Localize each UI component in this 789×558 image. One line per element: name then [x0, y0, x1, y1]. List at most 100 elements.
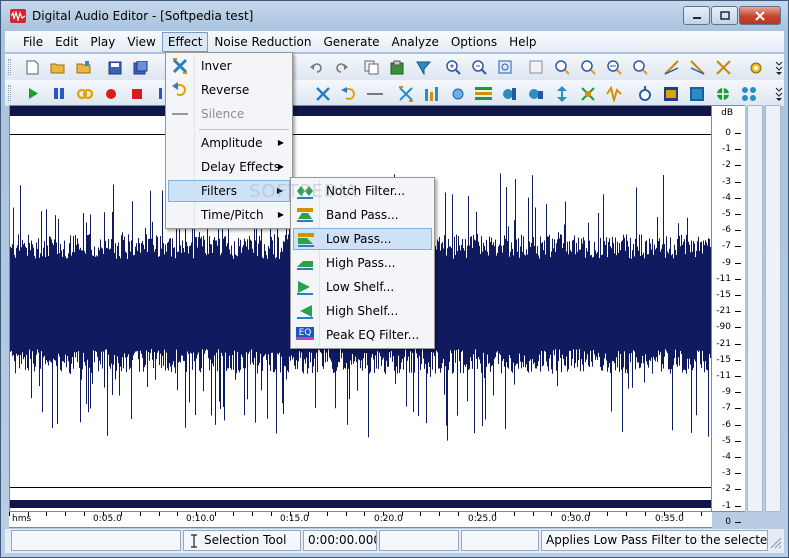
db-label: -5 [722, 435, 731, 446]
minimize-button[interactable] [683, 6, 710, 25]
db-tick [735, 262, 741, 264]
record-icon[interactable] [102, 85, 119, 102]
ruler-tick [177, 512, 179, 516]
menu-item-high-pass[interactable]: High Pass... [293, 252, 432, 274]
ruler-label: 0:25.0 [468, 514, 497, 524]
new-file-icon[interactable] [24, 59, 41, 76]
zoom-fit-icon[interactable] [528, 59, 545, 76]
spectrum-icon[interactable] [662, 85, 679, 102]
maximize-button[interactable] [711, 6, 738, 25]
stop-icon[interactable] [128, 85, 145, 102]
mixer-icon[interactable] [740, 85, 757, 102]
db-label: -11 [716, 273, 731, 284]
frequency-icon[interactable] [688, 85, 705, 102]
envelope-icon[interactable] [636, 85, 653, 102]
play-icon[interactable] [24, 85, 41, 102]
normalize-icon[interactable] [397, 85, 414, 102]
db-tick [735, 149, 741, 151]
menu-item-band-pass[interactable]: Band Pass... [293, 204, 432, 226]
menu-generate[interactable]: Generate [318, 32, 386, 52]
fade-out-icon[interactable] [689, 59, 706, 76]
menu-item-low-shelf[interactable]: Low Shelf... [293, 276, 432, 298]
menu-help[interactable]: Help [503, 32, 542, 52]
db-tick [735, 133, 741, 134]
paste-icon[interactable] [389, 59, 406, 76]
reverse-tool-icon[interactable] [340, 85, 357, 102]
recent-folder-icon[interactable] [75, 59, 92, 76]
menu-item-invert[interactable]: Inver [168, 55, 290, 77]
silence-tool-icon[interactable] [366, 85, 383, 102]
crossfade-icon[interactable] [715, 59, 732, 76]
menu-item-low-pass[interactable]: Low Pass... [293, 228, 432, 250]
save-as-icon[interactable] [132, 59, 149, 76]
toolbar-overflow-icon[interactable] [770, 85, 787, 102]
db-label: -11 [716, 371, 731, 381]
equalizer-icon[interactable] [475, 85, 492, 102]
db-label: -5 [722, 209, 731, 219]
stretch-icon[interactable] [553, 85, 570, 102]
menu-play[interactable]: Play [84, 32, 121, 52]
high-pass-icon [297, 261, 313, 270]
selection-bar-bottom[interactable] [10, 500, 711, 508]
menu-item-reverse[interactable]: Reverse [168, 79, 290, 101]
pause-icon[interactable] [50, 85, 67, 102]
menu-analyze[interactable]: Analyze [386, 32, 445, 52]
close-button[interactable] [739, 6, 781, 25]
noise-icon[interactable] [714, 85, 731, 102]
db-label: -1 [722, 500, 731, 511]
invert-tool-icon[interactable] [314, 85, 331, 102]
toolbar-grip[interactable] [8, 85, 11, 101]
echo-icon[interactable] [449, 85, 466, 102]
zoom-out-icon[interactable] [471, 59, 488, 76]
db-tick [735, 473, 741, 475]
ruler-tick [663, 512, 665, 516]
toolbar-overflow-icon[interactable] [770, 59, 787, 76]
zoom-left-icon[interactable] [554, 59, 571, 76]
db-tick [735, 359, 741, 361]
ruler-tick [588, 512, 590, 516]
menu-effect[interactable]: Effect [161, 31, 209, 52]
zoom-in-icon[interactable] [445, 59, 462, 76]
loop-icon[interactable] [76, 85, 93, 102]
menu-separator [199, 129, 289, 130]
pitch-icon[interactable] [501, 85, 518, 102]
db-label: 0 [725, 516, 731, 527]
redo-icon[interactable] [332, 59, 349, 76]
undo-icon[interactable] [308, 59, 325, 76]
trim-icon[interactable] [415, 59, 432, 76]
db-label: 0 [725, 128, 731, 138]
zoom-selection-icon[interactable] [497, 59, 514, 76]
fade-in-icon[interactable] [663, 59, 680, 76]
ruler-tick [214, 512, 216, 516]
zoom-full-icon[interactable] [632, 59, 649, 76]
db-tick [735, 311, 741, 313]
save-icon[interactable] [106, 59, 123, 76]
menu-options[interactable]: Options [445, 32, 503, 52]
open-folder-icon[interactable] [49, 59, 66, 76]
zoom-all-icon[interactable] [606, 59, 623, 76]
copy-icon[interactable] [363, 59, 380, 76]
flanger-icon[interactable] [605, 85, 622, 102]
toolbar-grip[interactable] [8, 59, 11, 75]
submenu-arrow-icon: ▶ [277, 210, 284, 219]
ruler-tick [121, 512, 123, 516]
time-ruler[interactable]: hms 0:05.0 0:10.0 0:15.0 0:20.0 0:25.0 0:30.0 0… [9, 512, 712, 528]
menu-edit[interactable]: Edit [49, 32, 84, 52]
menu-item-peak-eq-filter[interactable]: EQ Peak EQ Filter... [293, 324, 432, 346]
selection-bar-top[interactable] [10, 106, 711, 116]
chorus-icon[interactable] [579, 85, 596, 102]
menu-file[interactable]: File [17, 32, 49, 52]
menu-item-time-pitch[interactable]: Time/Pitch ▶ [168, 204, 290, 226]
settings-gear-icon[interactable] [747, 59, 764, 76]
zoom-right-icon[interactable] [580, 59, 597, 76]
menu-item-amplitude[interactable]: Amplitude ▶ [168, 132, 290, 154]
resize-grip-icon[interactable] [770, 537, 782, 549]
db-label: -7 [722, 403, 731, 414]
tempo-icon[interactable] [527, 85, 544, 102]
menu-item-delay-effects[interactable]: Delay Effects ▶ [168, 156, 290, 178]
menu-item-high-shelf[interactable]: High Shelf... [293, 300, 432, 322]
menu-noise-reduction[interactable]: Noise Reduction [208, 32, 317, 52]
db-label: -2 [722, 160, 731, 171]
amplify-icon[interactable] [423, 85, 440, 102]
menu-view[interactable]: View [121, 32, 161, 52]
